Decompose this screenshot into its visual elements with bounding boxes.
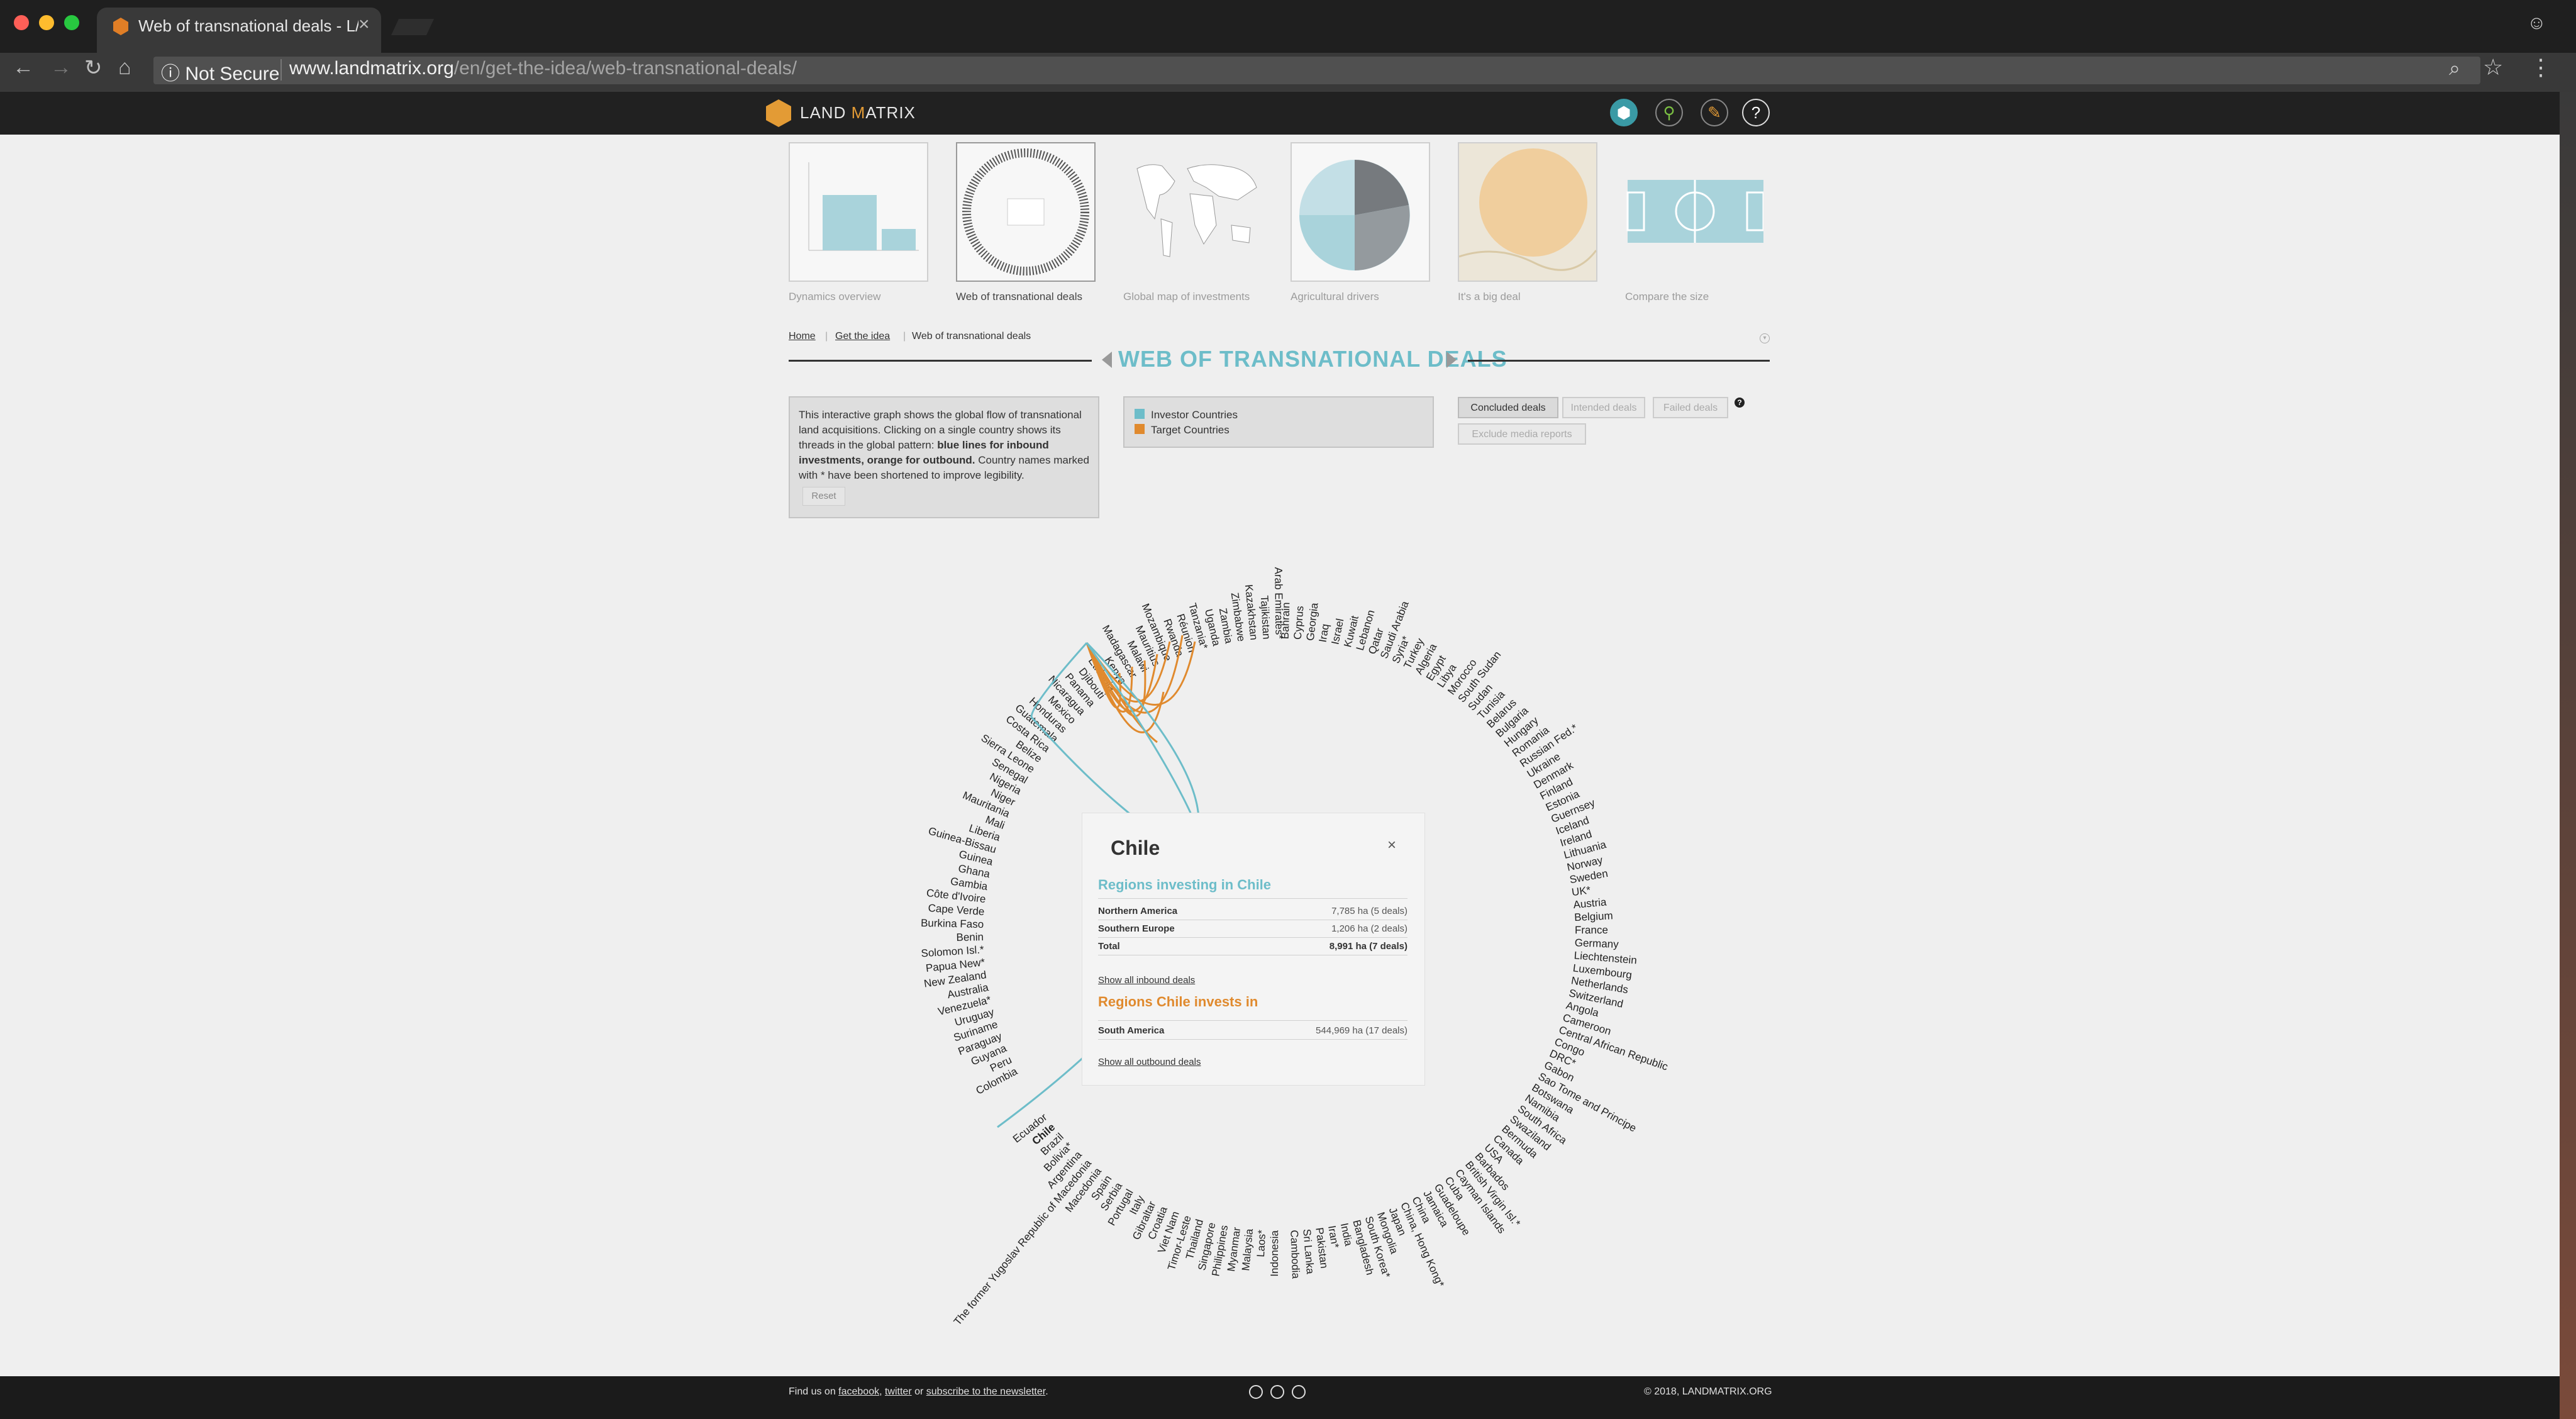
- copyright-text: © 2018, LANDMATRIX.ORG: [1644, 1386, 1772, 1397]
- outbound-value: 544,969 ha (17 deals): [1316, 1025, 1407, 1036]
- show-outbound-deals-link[interactable]: Show all outbound deals: [1098, 1057, 1201, 1067]
- country-label[interactable]: Malaysia: [1240, 1228, 1255, 1271]
- country-label[interactable]: Laos*: [1255, 1229, 1268, 1257]
- country-label[interactable]: Cape Verde: [928, 902, 985, 918]
- outbound-region: South America: [1098, 1025, 1165, 1036]
- popup-close-icon[interactable]: ×: [1387, 837, 1396, 854]
- inbound-value: 7,785 ha (5 deals): [1331, 906, 1407, 916]
- country-label[interactable]: UK*: [1571, 884, 1592, 898]
- inbound-value: 1,206 ha (2 deals): [1331, 923, 1407, 934]
- country-label[interactable]: Indonesia: [1269, 1230, 1280, 1276]
- country-label[interactable]: Germany: [1574, 937, 1619, 950]
- newsletter-link[interactable]: subscribe to the newsletter: [926, 1386, 1045, 1397]
- footer-social: Find us on facebook, twitter or subscrib…: [789, 1386, 1048, 1398]
- country-label[interactable]: Cyprus: [1292, 605, 1306, 640]
- country-label[interactable]: Belgium: [1574, 910, 1613, 923]
- country-label[interactable]: Burkina Faso: [921, 917, 984, 930]
- divider: [1098, 1020, 1407, 1021]
- footer-text: ,: [879, 1386, 885, 1397]
- divider: [1098, 898, 1407, 899]
- inbound-region: Northern America: [1098, 906, 1178, 916]
- footer-text: Find us on: [789, 1386, 839, 1397]
- desktop-edge: [2560, 92, 2576, 1419]
- country-label[interactable]: The former Yugoslav Republic of Macedoni…: [952, 1157, 1094, 1328]
- divider: [1098, 1039, 1407, 1040]
- country-label[interactable]: Iran*: [1326, 1225, 1341, 1249]
- country-label[interactable]: Benin: [956, 931, 984, 943]
- country-label[interactable]: Austria: [1573, 896, 1607, 911]
- twitter-link[interactable]: twitter: [885, 1386, 912, 1397]
- footer-text: or: [911, 1386, 926, 1397]
- cc-license-icon[interactable]: [1249, 1385, 1263, 1399]
- facebook-link[interactable]: facebook: [838, 1386, 879, 1397]
- transnational-deals-web: ColombiaPeruGuyanaParaguaySurinameUrugua…: [921, 567, 1670, 1328]
- country-label[interactable]: Cambodia: [1288, 1230, 1302, 1279]
- outbound-heading: Regions Chile invests in: [1098, 994, 1258, 1010]
- country-label[interactable]: Bahrain: [1279, 602, 1292, 639]
- by-license-icon[interactable]: [1270, 1385, 1284, 1399]
- inbound-total-label: Total: [1098, 941, 1120, 952]
- country-label[interactable]: Tajikistan: [1258, 595, 1273, 640]
- country-label[interactable]: France: [1575, 924, 1608, 936]
- inbound-total-value: 8,991 ha (7 deals): [1329, 941, 1407, 952]
- divider: [1098, 937, 1407, 938]
- inbound-region: Southern Europe: [1098, 923, 1175, 934]
- show-inbound-deals-link[interactable]: Show all inbound deals: [1098, 975, 1195, 986]
- sa-license-icon[interactable]: [1292, 1385, 1306, 1399]
- country-label[interactable]: Sri Lanka: [1301, 1228, 1316, 1275]
- footer-text: .: [1045, 1386, 1048, 1397]
- inbound-heading: Regions investing in Chile: [1098, 877, 1272, 893]
- popup-title: Chile: [1111, 837, 1160, 859]
